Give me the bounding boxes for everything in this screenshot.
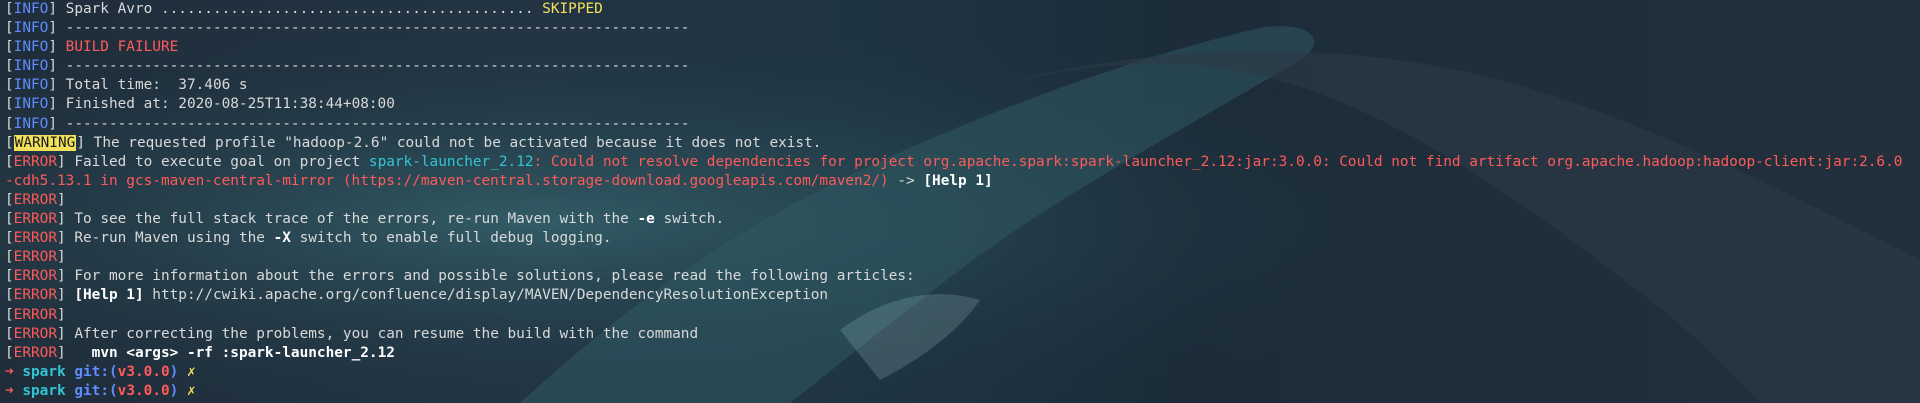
log-line: [INFO] Finished at: 2020-08-25T11:38:44+… bbox=[5, 96, 395, 113]
log-line: [INFO] Spark Avro ......................… bbox=[5, 1, 603, 17]
prompt-arrow-icon: ➜ bbox=[5, 363, 14, 380]
log-line: [INFO] ---------------------------------… bbox=[5, 20, 690, 37]
log-line: [INFO] ---------------------------------… bbox=[5, 58, 690, 75]
shell-prompt[interactable]: ➜ spark git:(v3.0.0) ✗ bbox=[5, 382, 1920, 401]
error-line: [ERROR] Re-run Maven using the -X switch… bbox=[5, 230, 612, 247]
dirty-status-icon: ✗ bbox=[187, 363, 196, 380]
shell-prompt[interactable]: ➜ spark git:(v3.0.0) ✗ bbox=[5, 363, 1920, 382]
error-line: [ERROR] bbox=[5, 191, 66, 208]
dirty-status-icon: ✗ bbox=[187, 382, 196, 399]
error-line: [ERROR] mvn <args> -rf :spark-launcher_2… bbox=[5, 344, 395, 361]
error-line: [ERROR] Failed to execute goal on projec… bbox=[5, 153, 1903, 189]
log-line: [INFO] ---------------------------------… bbox=[5, 115, 690, 132]
terminal-window[interactable]: [INFO] Spark Avro ......................… bbox=[0, 0, 1920, 403]
error-line: [ERROR] For more information about the e… bbox=[5, 268, 915, 285]
error-line: [ERROR] To see the full stack trace of t… bbox=[5, 211, 725, 228]
error-line: [ERROR] [Help 1] http://cwiki.apache.org… bbox=[5, 287, 829, 304]
log-line: [INFO] Total time: 37.406 s bbox=[5, 77, 248, 94]
log-line: [INFO] BUILD FAILURE bbox=[5, 39, 179, 56]
prompt-arrow-icon: ➜ bbox=[5, 382, 14, 399]
error-line: [ERROR] bbox=[5, 249, 66, 266]
error-line: [ERROR] bbox=[5, 306, 66, 323]
error-line: [ERROR] After correcting the problems, y… bbox=[5, 325, 699, 342]
warning-line: [WARNING] The requested profile "hadoop-… bbox=[5, 134, 822, 151]
terminal-output: [INFO] Spark Avro ......................… bbox=[0, 0, 1920, 401]
